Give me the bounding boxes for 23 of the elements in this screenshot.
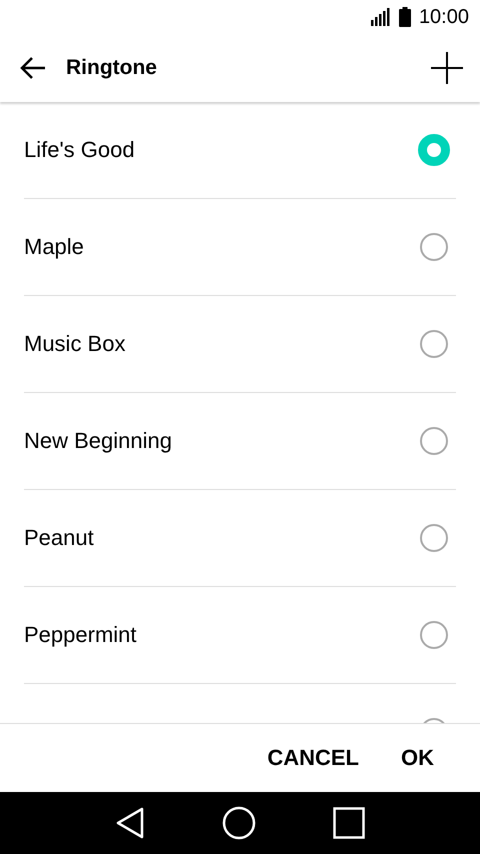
back-triangle-icon[interactable] [114, 807, 145, 839]
radio-button[interactable] [420, 233, 448, 261]
ringtone-label[interactable]: New Beginning [24, 428, 172, 454]
radio-button[interactable] [420, 427, 448, 455]
radio-button[interactable] [420, 330, 448, 358]
home-icon[interactable] [222, 806, 256, 840]
ringtone-label[interactable]: Peanut [24, 525, 94, 551]
ringtone-label[interactable]: Life's Good [24, 137, 135, 163]
radio-selected[interactable] [418, 134, 450, 166]
ringtone-label[interactable]: Peppermint [24, 622, 137, 648]
ringtone-label[interactable]: Maple [24, 234, 84, 260]
signal-icon [370, 8, 391, 26]
ringtone-label[interactable]: Music Box [24, 331, 126, 357]
back-icon[interactable] [20, 57, 46, 79]
radio-button[interactable] [420, 621, 448, 649]
radio-button[interactable] [420, 524, 448, 552]
battery-icon [398, 7, 411, 27]
dialog-button[interactable]: OK [387, 737, 448, 779]
dialog-button[interactable]: CANCEL [253, 737, 373, 779]
add-icon[interactable] [431, 52, 463, 84]
status-time: 10:00 [418, 6, 469, 28]
screen-title: Ringtone [66, 56, 158, 80]
overview-icon[interactable] [333, 807, 366, 839]
